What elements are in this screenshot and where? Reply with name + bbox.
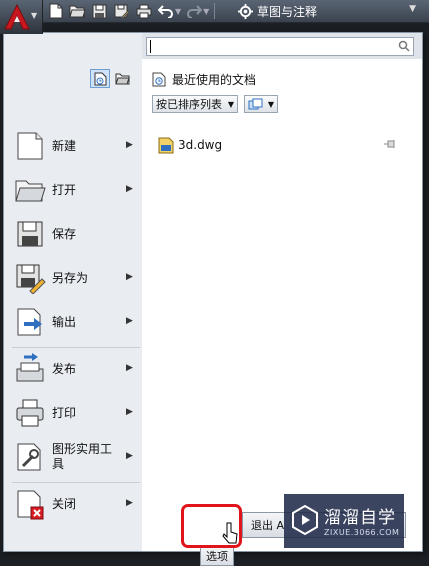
redo-icon[interactable]: [184, 2, 203, 20]
watermark-play-icon: [292, 505, 318, 535]
menu-item-label: 保存: [52, 226, 77, 241]
open-icon: [15, 180, 46, 202]
options-button[interactable]: 选项: [200, 546, 234, 566]
watermark-name: 溜溜自学: [324, 508, 396, 528]
save-as-icon[interactable]: [112, 2, 131, 20]
mouse-pointer-icon: [222, 522, 238, 544]
open-folder-icon[interactable]: [68, 2, 87, 20]
search-row: [142, 33, 422, 60]
save-as-icon: [16, 264, 46, 294]
search-input[interactable]: [146, 37, 414, 56]
submenu-arrow-icon: ▶: [126, 498, 133, 508]
chevron-down-icon[interactable]: ▼: [409, 4, 416, 14]
menu-item-label: 打开: [52, 182, 77, 197]
menu-item-publish[interactable]: 发布 ▶: [4, 347, 142, 391]
submenu-arrow-icon: ▶: [126, 451, 133, 461]
exit-button-label: 退出 A: [251, 519, 285, 532]
menu-item-open[interactable]: 打开 ▶: [4, 168, 142, 212]
workspace-switcher[interactable]: 草图与注释 ▼: [238, 2, 416, 20]
watermark-url: ZIXUE.3066.COM: [324, 528, 400, 537]
menu-item-label: 关闭: [52, 496, 77, 511]
sort-dropdown-label: 按已排序列表: [156, 98, 222, 111]
application-menu: 新建 ▶ 打开 ▶ 保存 另存为 ▶ 输出 ▶ 发布 ▶ 打印 ▶ 图形实用工具…: [3, 32, 423, 566]
drawing-utilities-icon: [17, 443, 41, 471]
submenu-arrow-icon: ▶: [126, 316, 133, 326]
qat-icon-group: ▼ ▼: [46, 2, 217, 20]
menu-item-print[interactable]: 打印 ▶: [4, 391, 142, 435]
watermark: 溜溜自学 ZIXUE.3066.COM: [284, 494, 404, 548]
redo-dropdown-icon[interactable]: ▼: [203, 7, 209, 16]
print-icon: [16, 399, 44, 427]
menu-item-export[interactable]: 输出 ▶: [4, 300, 142, 344]
workspace-label: 草图与注释: [257, 4, 318, 19]
new-file-icon[interactable]: [46, 2, 65, 20]
chevron-down-icon: ▼: [267, 100, 274, 109]
autocad-logo-icon: [4, 4, 30, 30]
menu-item-drawing-utilities[interactable]: 图形实用工具 ▶: [4, 435, 142, 479]
submenu-arrow-icon: ▶: [126, 407, 133, 417]
recent-documents-header: 最近使用的文档: [152, 71, 256, 88]
recent-documents-icon: [152, 72, 166, 87]
pin-icon[interactable]: [384, 139, 398, 149]
menu-item-save[interactable]: 保存: [4, 212, 142, 256]
recent-documents-view-icon[interactable]: [90, 69, 110, 88]
sort-dropdown[interactable]: 按已排序列表 ▼: [152, 95, 238, 113]
dwg-file-icon: [158, 137, 174, 153]
menu-item-label: 图形实用工具: [52, 442, 113, 471]
new-icon: [17, 132, 43, 160]
text-caret: [150, 40, 151, 53]
menu-item-label: 另存为: [52, 270, 89, 285]
undo-icon[interactable]: [156, 2, 175, 20]
menu-item-new[interactable]: 新建 ▶: [4, 124, 142, 168]
view-toggle: [90, 69, 132, 88]
command-list: 新建 ▶ 打开 ▶ 保存 另存为 ▶ 输出 ▶ 发布 ▶ 打印 ▶ 图形实用工具…: [4, 59, 142, 551]
recent-file-name: 3d.dwg: [178, 138, 223, 152]
recent-documents-title: 最近使用的文档: [172, 73, 257, 87]
undo-dropdown-icon[interactable]: ▼: [175, 7, 181, 16]
menu-item-label: 打印: [52, 405, 77, 420]
close-icon: [17, 490, 44, 520]
application-menu-button[interactable]: ▼: [0, 0, 43, 34]
search-icon[interactable]: [398, 40, 410, 52]
submenu-arrow-icon: ▶: [126, 184, 133, 194]
display-mode-dropdown[interactable]: ▼: [244, 95, 278, 113]
submenu-arrow-icon: ▶: [126, 363, 133, 373]
app-menu-dropdown-icon: ▼: [31, 11, 38, 20]
recent-file-item[interactable]: 3d.dwg: [158, 135, 398, 155]
save-icon[interactable]: [90, 2, 109, 20]
recent-documents-panel: 最近使用的文档 按已排序列表 ▼ ▼ 3d.dwg 选项: [142, 59, 422, 566]
qat-separator: [214, 3, 216, 19]
print-icon[interactable]: [134, 2, 153, 20]
menu-item-save-as[interactable]: 另存为 ▶: [4, 256, 142, 300]
open-documents-view-icon[interactable]: [112, 69, 132, 88]
publish-icon: [16, 353, 44, 382]
menu-item-label: 输出: [52, 314, 77, 329]
menu-item-close[interactable]: 关闭 ▶: [4, 482, 142, 526]
chevron-down-icon: ▼: [227, 100, 234, 109]
menu-item-label: 新建: [52, 138, 77, 153]
gear-icon: [238, 3, 253, 19]
save-icon: [17, 221, 43, 247]
quick-access-toolbar: ▼ ▼ 草图与注释 ▼: [0, 0, 429, 23]
menu-item-label: 发布: [52, 361, 77, 376]
icon-view-icon: [248, 98, 263, 110]
submenu-arrow-icon: ▶: [126, 272, 133, 282]
export-icon: [17, 308, 42, 336]
submenu-arrow-icon: ▶: [126, 140, 133, 150]
